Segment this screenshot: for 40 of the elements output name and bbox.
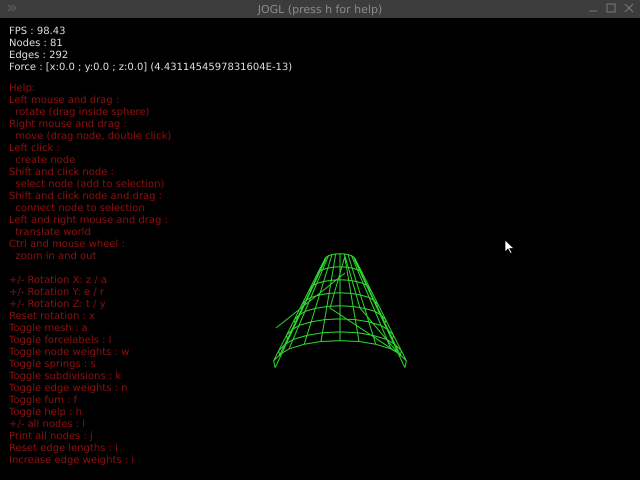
key-binding-line: Print all nodes : j (9, 431, 93, 443)
help-line: Help: (9, 83, 36, 95)
key-binding-line: +/- Rotation Z: t / y (9, 299, 106, 311)
help-line: Left click : (9, 143, 60, 155)
stat-line: Nodes : 81 (9, 38, 63, 50)
help-line: move (drag node, double click) (14, 131, 172, 143)
key-binding-line: Reset rotation : x (9, 311, 95, 323)
mouse-pointer-icon (504, 239, 514, 254)
key-binding-line: Increase edge weights : i (9, 455, 134, 467)
key-binding-line: Toggle edge weights : n (9, 383, 128, 395)
help-line: Right mouse and drag : (9, 119, 127, 131)
help-line: Shift and click node : (9, 167, 114, 179)
stat-line: Force : [x:0.0 ; y:0.0 ; z:0.0] (4.4311454597831604E-13) (9, 62, 292, 74)
help-line: Ctrl and mouse wheel : (9, 239, 125, 251)
window-menu-icon[interactable] (6, 3, 18, 13)
help-line: create node (14, 155, 76, 167)
key-binding-line: Toggle help : h (9, 407, 82, 419)
help-line: select node (add to selection) (14, 179, 164, 191)
window-title: JOGL (press h for help) (258, 2, 382, 16)
help-line: rotate (drag inside sphere) (14, 107, 150, 119)
key-binding-line: Toggle subdivisions : k (9, 371, 122, 383)
key-binding-line: Toggle node weights : w (9, 347, 130, 359)
stat-line: FPS : 98.43 (9, 26, 66, 38)
help-line: Left mouse and drag : (9, 95, 120, 107)
help-line: zoom in and out (14, 251, 96, 263)
key-binding-line: Toggle forcelabels : l (9, 335, 112, 347)
close-icon[interactable] (624, 3, 634, 13)
key-binding-line: Reset edge lengths : i (9, 443, 118, 455)
key-binding-line: Toggle springs : s (9, 359, 96, 371)
key-binding-line: +/- Rotation Y: e / r (9, 287, 104, 299)
key-binding-line: Toggle fum : f (9, 395, 78, 407)
key-binding-line: +/- all nodes : l (9, 419, 86, 431)
key-binding-line: Toggle mesh : a (9, 323, 88, 335)
maximize-icon[interactable] (606, 3, 616, 13)
help-line: Left and right mouse and drag : (9, 215, 168, 227)
help-line: connect node to selection (14, 203, 145, 215)
key-binding-line: +/- Rotation X: z / a (9, 275, 108, 287)
help-line: translate world (14, 227, 91, 239)
stat-line: Edges : 292 (9, 50, 68, 62)
help-line: Shift and click node and drag : (9, 191, 162, 203)
